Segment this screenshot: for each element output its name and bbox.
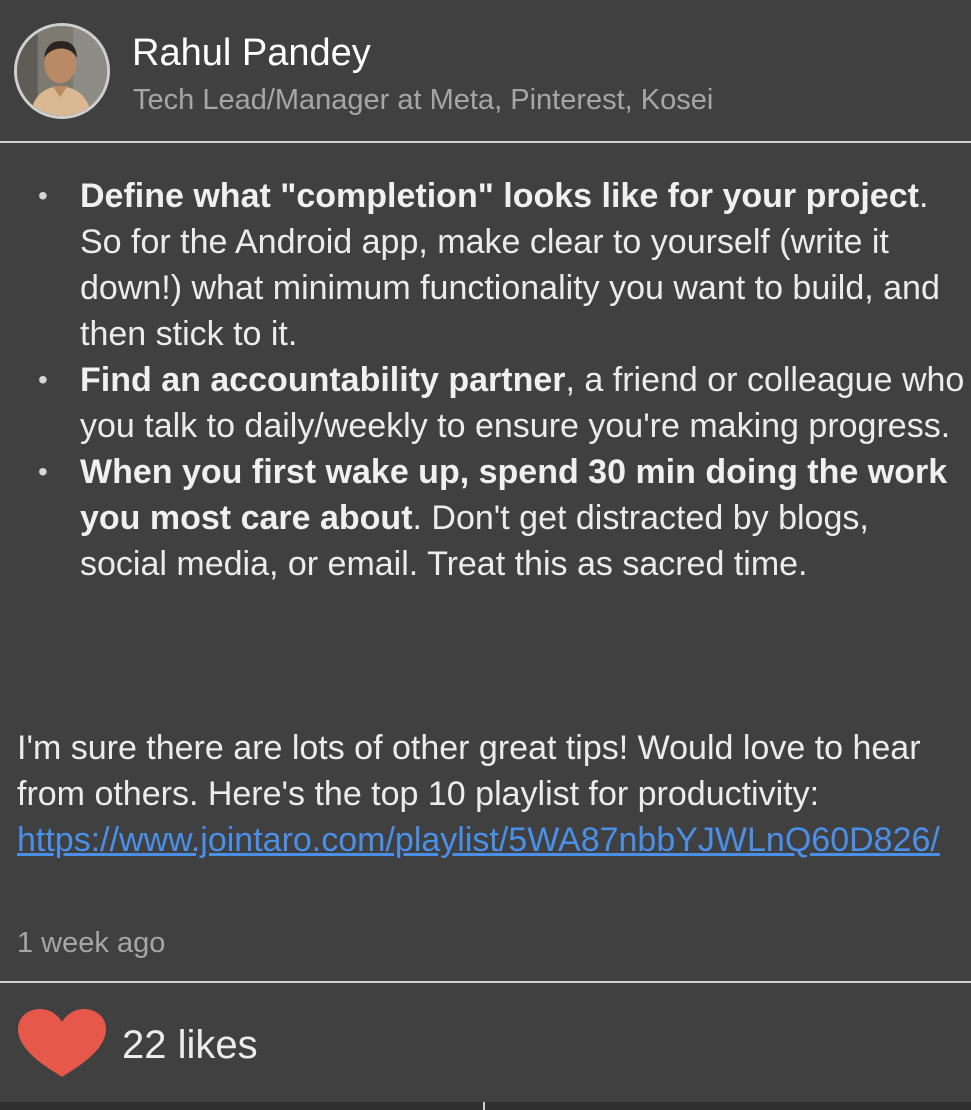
list-item: • Define what "completion" looks like fo…	[0, 173, 971, 357]
author-name[interactable]: Rahul Pandey	[132, 30, 371, 76]
bullet-icon: •	[38, 180, 48, 211]
action-bar	[0, 1102, 971, 1110]
action-bar-separator	[483, 1102, 485, 1110]
list-item: • Find an accountability partner, a frie…	[0, 357, 971, 449]
closing-text: I'm sure there are lots of other great t…	[17, 729, 921, 813]
likes-row: 22 likes	[0, 983, 971, 1103]
closing-paragraph: I'm sure there are lots of other great t…	[17, 725, 957, 863]
playlist-link[interactable]: https://www.jointaro.com/playlist/5WA87n…	[17, 821, 940, 859]
author-title: Tech Lead/Manager at Meta, Pinterest, Ko…	[133, 84, 714, 116]
tips-list: • Define what "completion" looks like fo…	[0, 173, 971, 587]
bullet-icon: •	[38, 364, 48, 395]
avatar-photo	[17, 26, 107, 116]
post-header: Rahul Pandey Tech Lead/Manager at Meta, …	[0, 0, 971, 143]
author-avatar[interactable]	[14, 23, 110, 119]
tip-bold-text: Define what "completion" looks like for …	[80, 177, 919, 215]
bullet-icon: •	[38, 456, 48, 487]
list-item: • When you first wake up, spend 30 min d…	[0, 449, 971, 587]
tip-bold-text: Find an accountability partner	[80, 361, 566, 399]
likes-count[interactable]: 22 likes	[122, 1021, 258, 1069]
post-timestamp: 1 week ago	[17, 927, 166, 959]
heart-icon[interactable]	[18, 1009, 106, 1077]
